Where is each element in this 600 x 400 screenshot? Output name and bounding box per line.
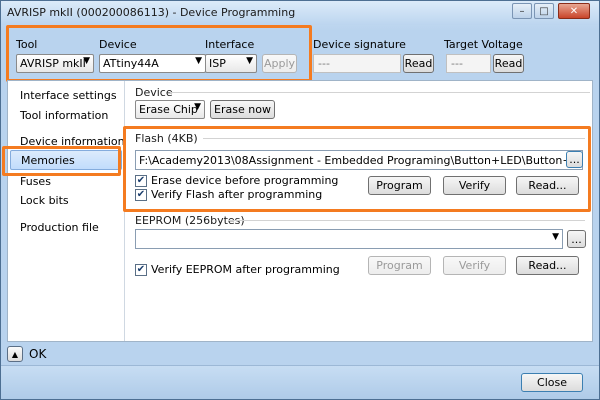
sidebar-item-interface-settings[interactable]: Interface settings xyxy=(20,89,117,102)
eeprom-verify-button[interactable]: Verify xyxy=(443,256,506,275)
divider xyxy=(228,220,585,221)
sidebar-item-tool-information[interactable]: Tool information xyxy=(20,109,108,122)
highlight-box-header xyxy=(6,25,312,82)
close-window-button[interactable]: ✕ xyxy=(558,3,590,19)
erase-mode-select[interactable]: Erase Chip ▼ xyxy=(135,100,205,119)
erase-mode-value: Erase Chip xyxy=(139,103,198,116)
device-programming-window: AVRISP mkII (000200086113) - Device Prog… xyxy=(0,0,600,400)
erase-now-button[interactable]: Erase now xyxy=(210,100,275,119)
checkmark-icon: ✔ xyxy=(135,263,147,276)
title-bar[interactable]: AVRISP mkII (000200086113) - Device Prog… xyxy=(1,1,599,25)
status-text: OK xyxy=(29,347,47,361)
footer: ▲ OK Close xyxy=(1,343,599,399)
eeprom-program-button[interactable]: Program xyxy=(368,256,431,275)
chevron-up-icon[interactable]: ▲ xyxy=(7,346,23,362)
chevron-down-icon: ▼ xyxy=(552,232,559,242)
footer-bar: Close xyxy=(1,365,599,399)
device-group-title: Device xyxy=(135,86,173,99)
sidebar: Interface settings Tool information Devi… xyxy=(8,81,125,341)
verify-eeprom-label: Verify EEPROM after programming xyxy=(151,263,340,276)
verify-eeprom-checkbox[interactable]: ✔ Verify EEPROM after programming xyxy=(135,263,340,276)
eeprom-browse-button[interactable]: ... xyxy=(567,230,586,248)
maximize-button[interactable]: □ xyxy=(534,3,554,19)
sidebar-item-production-file[interactable]: Production file xyxy=(20,221,99,234)
target-voltage-label: Target Voltage xyxy=(444,38,523,51)
read-voltage-button[interactable]: Read xyxy=(493,54,524,73)
close-button[interactable]: Close xyxy=(521,373,583,392)
status-row: ▲ OK xyxy=(7,346,46,362)
eeprom-read-button[interactable]: Read... xyxy=(516,256,579,275)
minimize-button[interactable]: – xyxy=(512,3,532,19)
window-title: AVRISP mkII (000200086113) - Device Prog… xyxy=(7,6,296,19)
device-signature-label: Device signature xyxy=(313,38,406,51)
highlight-box-flash xyxy=(123,126,591,212)
sidebar-item-lock-bits[interactable]: Lock bits xyxy=(20,194,69,207)
eeprom-file-path-input[interactable]: ▼ xyxy=(135,229,563,249)
read-signature-button[interactable]: Read xyxy=(403,54,434,73)
sidebar-item-fuses[interactable]: Fuses xyxy=(20,175,51,188)
divider xyxy=(170,92,590,93)
device-signature-value: --- xyxy=(313,54,401,73)
target-voltage-value: --- xyxy=(446,54,491,73)
highlight-box-memories xyxy=(2,146,121,176)
chevron-down-icon: ▼ xyxy=(194,102,201,112)
